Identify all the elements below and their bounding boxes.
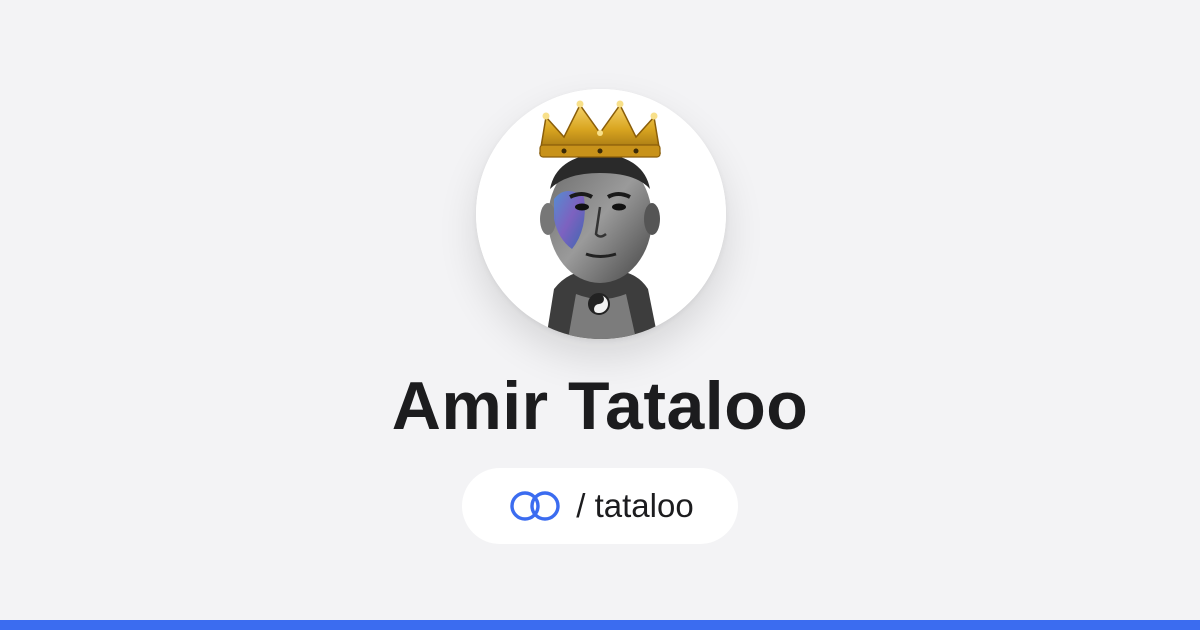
- avatar-portrait-icon: [476, 89, 726, 339]
- profile-name: Amir Tataloo: [391, 368, 809, 444]
- avatar[interactable]: [476, 89, 726, 339]
- profile-handle: / tataloo: [576, 487, 694, 524]
- handle-pill[interactable]: / tataloo: [462, 468, 738, 544]
- profile-card: Amir Tataloo / tataloo: [0, 0, 1200, 620]
- bottom-accent-bar: [0, 620, 1200, 630]
- interlinked-rings-icon: [510, 491, 560, 521]
